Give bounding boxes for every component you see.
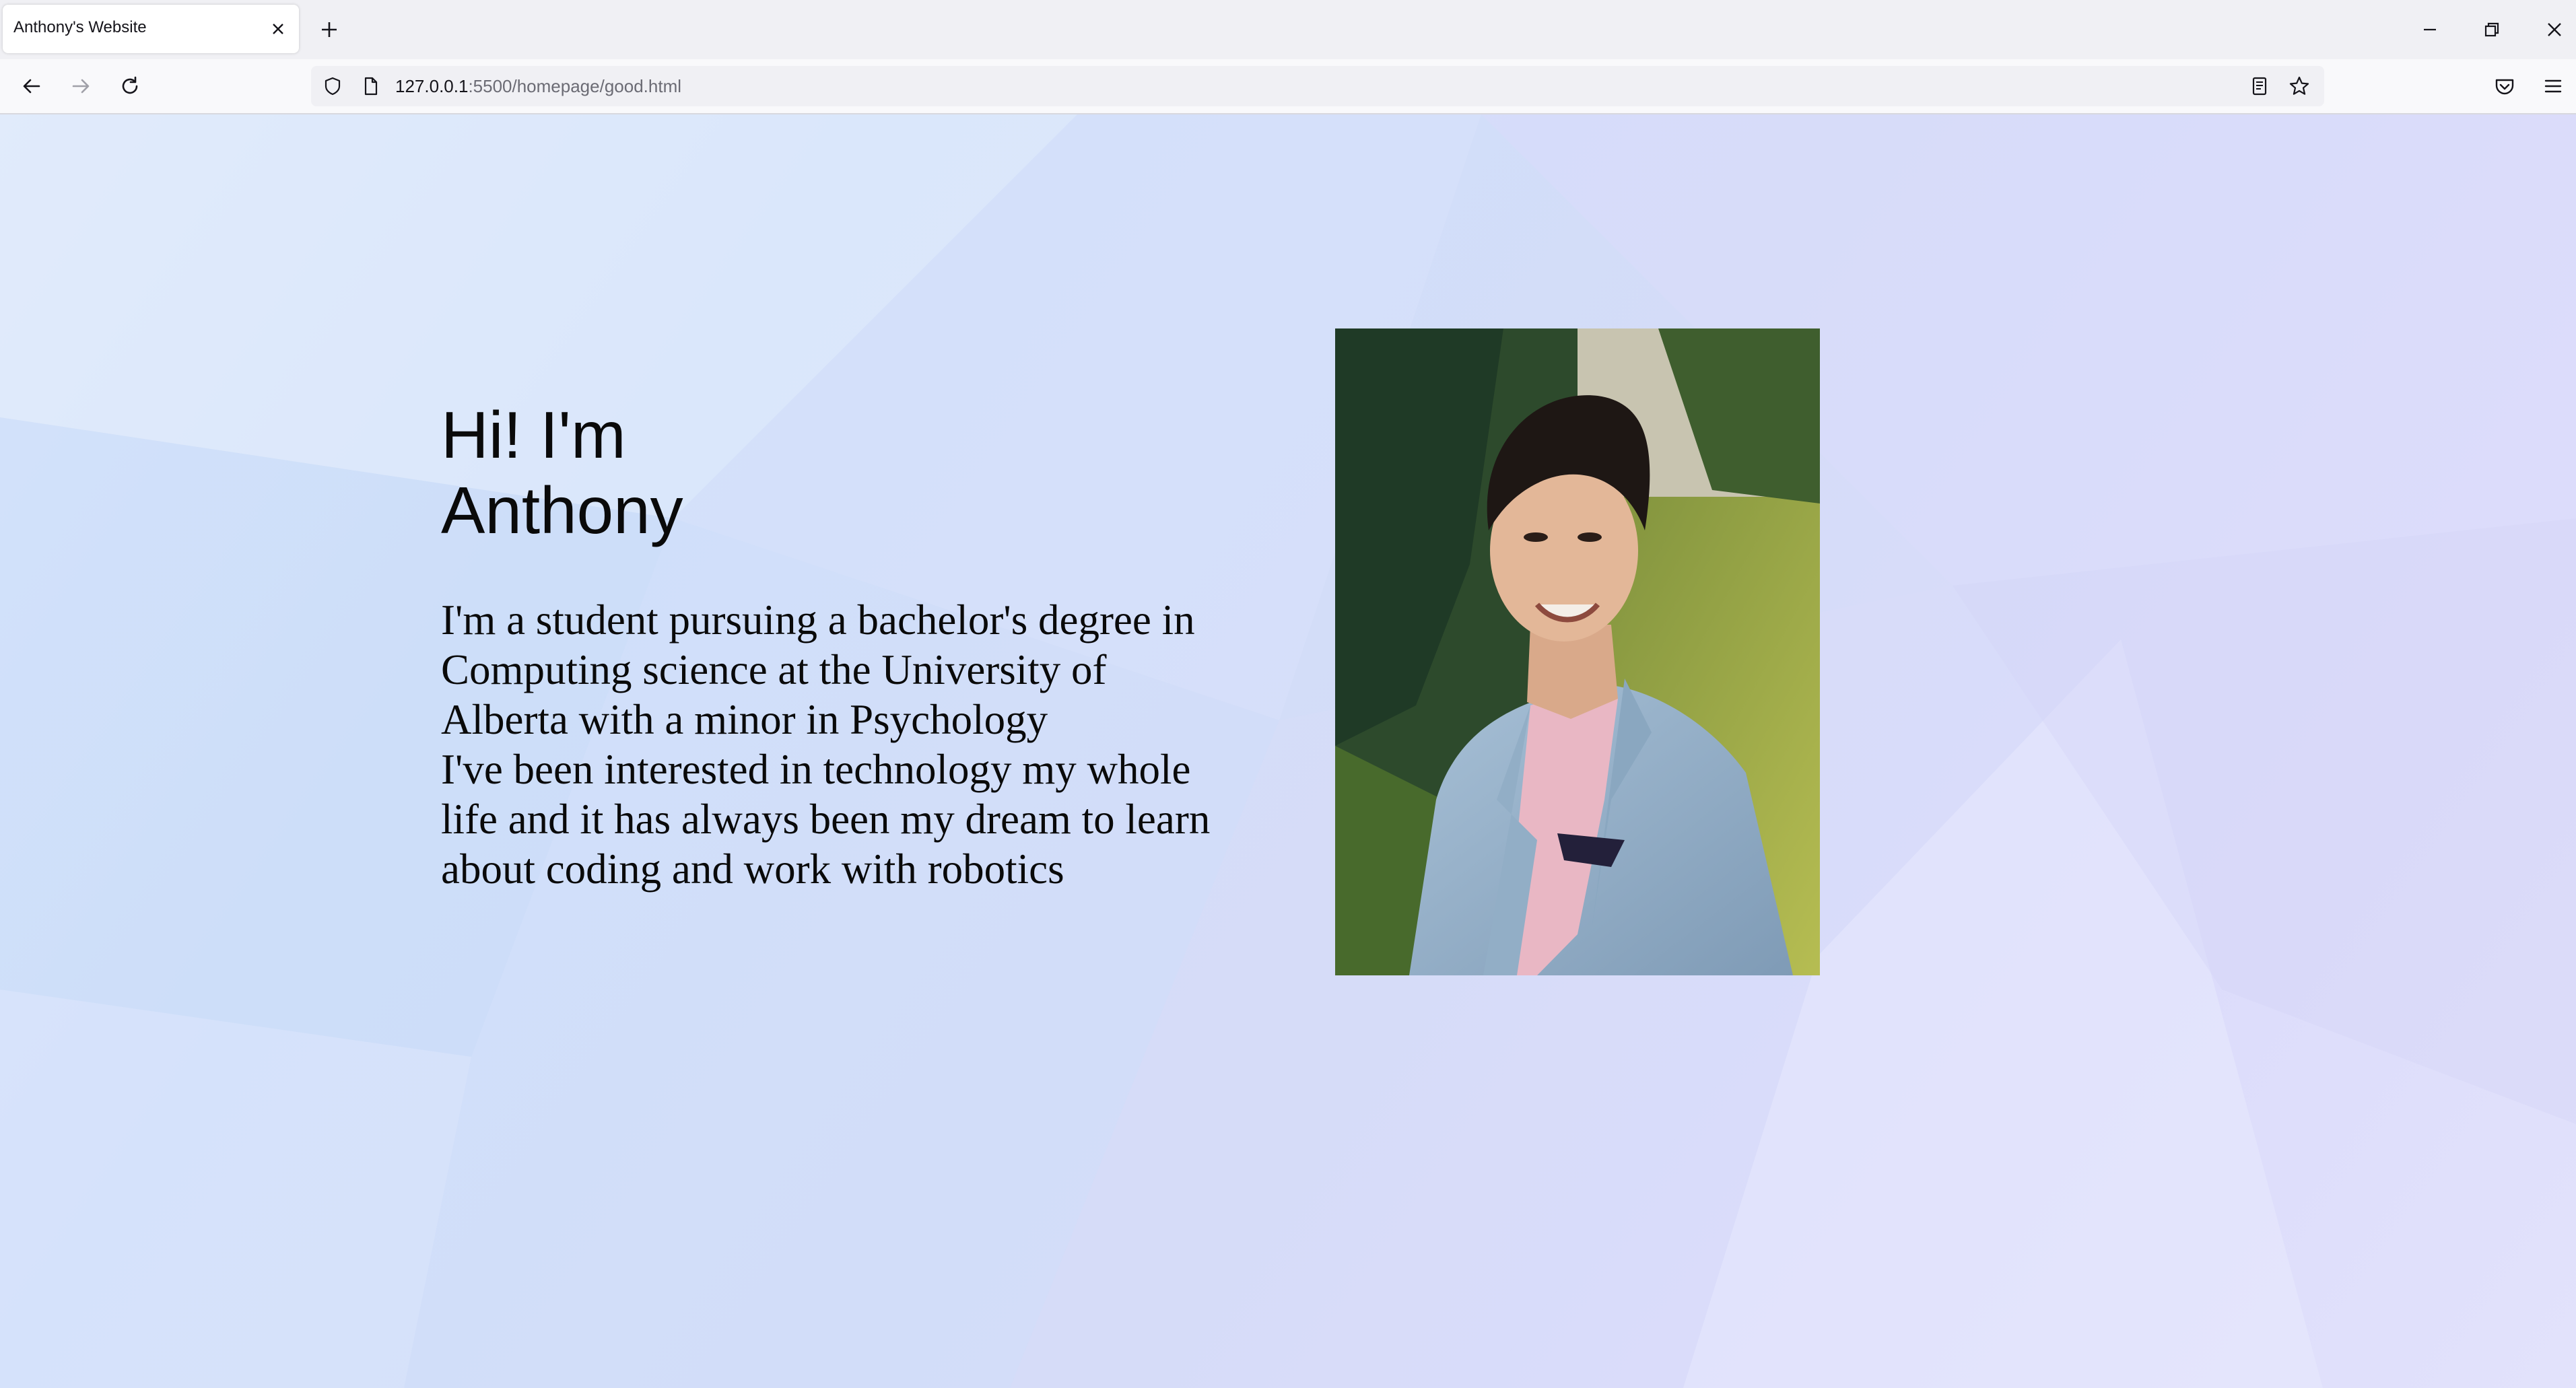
bio-line: life and it has always been my dream to … <box>441 796 1211 843</box>
minimize-icon[interactable] <box>2418 18 2442 42</box>
tracking-protection-shield-icon[interactable] <box>320 74 345 98</box>
bio-line: I've been interested in technology my wh… <box>441 746 1191 793</box>
url-bar[interactable]: 127.0.0.1:5500/homepage/good.html <box>311 66 2324 106</box>
back-icon[interactable] <box>18 73 45 100</box>
tab-title: Anthony's Website <box>13 18 147 36</box>
restore-icon[interactable] <box>2480 18 2504 42</box>
bio-line: about coding and work with robotics <box>441 845 1064 893</box>
new-tab-icon[interactable] <box>317 18 341 42</box>
hero-heading: Hi! I'm Anthony <box>441 397 912 548</box>
navigation-bar: 127.0.0.1:5500/homepage/good.html <box>0 59 2576 114</box>
tab-strip: Anthony's Website <box>0 0 2576 59</box>
reload-icon[interactable] <box>116 73 143 100</box>
profile-photo <box>1335 328 1820 975</box>
heading-line-1: Hi! I'm <box>441 398 626 472</box>
url-text[interactable]: 127.0.0.1:5500/homepage/good.html <box>395 76 681 97</box>
bio-paragraph: I'm a student pursuing a bachelor's degr… <box>441 595 1269 894</box>
pocket-icon[interactable] <box>2491 73 2518 100</box>
url-path: :5500/homepage/good.html <box>468 76 682 96</box>
close-window-icon[interactable] <box>2542 18 2567 42</box>
close-tab-icon[interactable] <box>267 18 289 40</box>
background-pattern <box>0 114 2576 1388</box>
reader-view-icon[interactable] <box>2247 74 2272 98</box>
heading-line-2: Anthony <box>441 473 683 547</box>
page-info-icon[interactable] <box>358 74 382 98</box>
page-content: Hi! I'm Anthony I'm a student pursuing a… <box>0 114 2576 1388</box>
bio-line: I'm a student pursuing a bachelor's degr… <box>441 596 1195 644</box>
url-host: 127.0.0.1 <box>395 76 469 96</box>
forward-icon[interactable] <box>67 73 94 100</box>
browser-window: Anthony's Website 127.0.0.1:5500/homepag… <box>0 0 2576 1388</box>
active-tab[interactable]: Anthony's Website <box>3 5 299 53</box>
bio-line: Computing science at the University of <box>441 646 1107 693</box>
menu-icon[interactable] <box>2540 73 2567 100</box>
bio-line: Alberta with a minor in Psychology <box>441 696 1048 743</box>
bookmark-star-icon[interactable] <box>2287 74 2311 98</box>
